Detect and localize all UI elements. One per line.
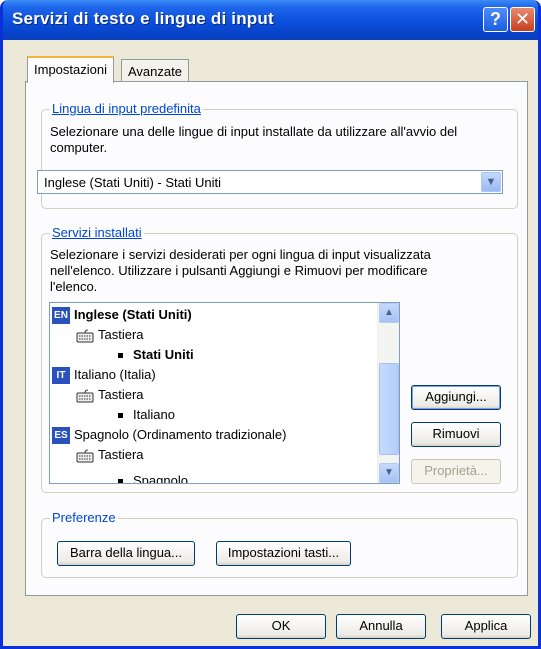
installed-services-description-line3: l'elenco. [50, 279, 98, 294]
list-item-label: Spagnolo [133, 473, 188, 484]
default-language-description-line1: Selezionare una delle lingue di input in… [50, 124, 458, 139]
list-item-layout[interactable]: Stati Uniti [118, 345, 194, 365]
list-scrollbar[interactable]: ▲ ▼ [377, 303, 399, 483]
scroll-down-button[interactable]: ▼ [379, 463, 399, 483]
list-item-layout[interactable]: Spagnolo [118, 471, 188, 484]
keyboard-icon [76, 389, 94, 403]
bullet-icon [118, 413, 123, 419]
cancel-button[interactable]: Annulla [336, 614, 426, 639]
scroll-up-button[interactable]: ▲ [379, 303, 399, 323]
language-badge-icon: ES [52, 427, 70, 445]
list-item-label: Italiano (Italia) [74, 367, 156, 382]
key-settings-button[interactable]: Impostazioni tasti... [216, 541, 351, 566]
ok-button[interactable]: OK [236, 614, 326, 639]
dropdown-arrow-button[interactable]: ▼ [481, 172, 501, 192]
language-badge-icon: EN [52, 307, 70, 325]
chevron-up-icon: ▲ [384, 307, 394, 318]
title-bar[interactable]: Servizi di testo e lingue di input ? ✕ [3, 0, 538, 40]
list-item-keyboard[interactable]: Tastiera [76, 325, 144, 345]
close-icon: ✕ [514, 9, 531, 29]
list-item-label: Italiano [133, 407, 175, 422]
list-item-language-en[interactable]: EN Inglese (Stati Uniti) [52, 305, 192, 325]
installed-services-description: Selezionare i servizi desiderati per ogn… [50, 247, 431, 295]
default-language-legend: Lingua di input predefinita [50, 101, 203, 116]
default-language-dropdown[interactable]: Inglese (Stati Uniti) - Stati Uniti ▼ [37, 170, 503, 194]
default-language-description-line2: computer. [50, 140, 108, 155]
tab-impostazioni[interactable]: Impostazioni [27, 56, 114, 83]
installed-services-legend: Servizi installati [50, 225, 144, 240]
add-button[interactable]: Aggiungi... [411, 385, 501, 410]
bullet-icon [118, 479, 123, 483]
help-icon: ? [490, 9, 501, 29]
list-item-layout[interactable]: Italiano [118, 405, 175, 425]
list-item-language-it[interactable]: IT Italiano (Italia) [52, 365, 156, 385]
keyboard-icon [76, 449, 94, 463]
list-item-label: Tastiera [98, 327, 144, 342]
tab-avanzate[interactable]: Avanzate [121, 59, 189, 82]
installed-services-description-line2: nell'elenco. Utilizzare i pulsanti Aggiu… [50, 263, 428, 278]
installed-services-description-line1: Selezionare i servizi desiderati per ogn… [50, 247, 431, 262]
default-language-group: Lingua di input predefinita Selezionare … [41, 101, 518, 209]
list-item-label: Inglese (Stati Uniti) [74, 307, 192, 322]
list-item-label: Tastiera [98, 387, 144, 402]
list-item-label: Stati Uniti [133, 347, 194, 362]
default-language-description: Selezionare una delle lingue di input in… [50, 124, 457, 156]
installed-services-list[interactable]: EN Inglese (Stati Uniti) Tastiera Stati U… [49, 302, 400, 484]
keyboard-icon [76, 329, 94, 343]
language-bar-button[interactable]: Barra della lingua... [57, 541, 195, 566]
chevron-down-icon: ▼ [384, 467, 394, 478]
help-button[interactable]: ? [483, 7, 508, 32]
language-badge-icon: IT [52, 367, 70, 385]
window-title: Servizi di testo e lingue di input [12, 9, 274, 28]
preferences-legend: Preferenze [50, 510, 118, 525]
apply-button[interactable]: Applica [441, 614, 531, 639]
list-item-keyboard[interactable]: Tastiera [76, 445, 144, 465]
scroll-thumb[interactable] [379, 363, 399, 455]
chevron-down-icon: ▼ [485, 176, 497, 188]
properties-button[interactable]: Proprietà... [411, 459, 501, 484]
default-language-value: Inglese (Stati Uniti) - Stati Uniti [44, 175, 222, 190]
remove-button[interactable]: Rimuovi [411, 422, 501, 447]
list-item-language-es[interactable]: ES Spagnolo (Ordinamento tradizionale) [52, 425, 286, 445]
list-item-label: Tastiera [98, 447, 144, 462]
list-item-keyboard[interactable]: Tastiera [76, 385, 144, 405]
dialog-window: Servizi di testo e lingue di input ? ✕ I… [0, 0, 541, 649]
close-button[interactable]: ✕ [510, 7, 535, 32]
list-item-label: Spagnolo (Ordinamento tradizionale) [74, 427, 287, 442]
bullet-icon [118, 353, 123, 359]
